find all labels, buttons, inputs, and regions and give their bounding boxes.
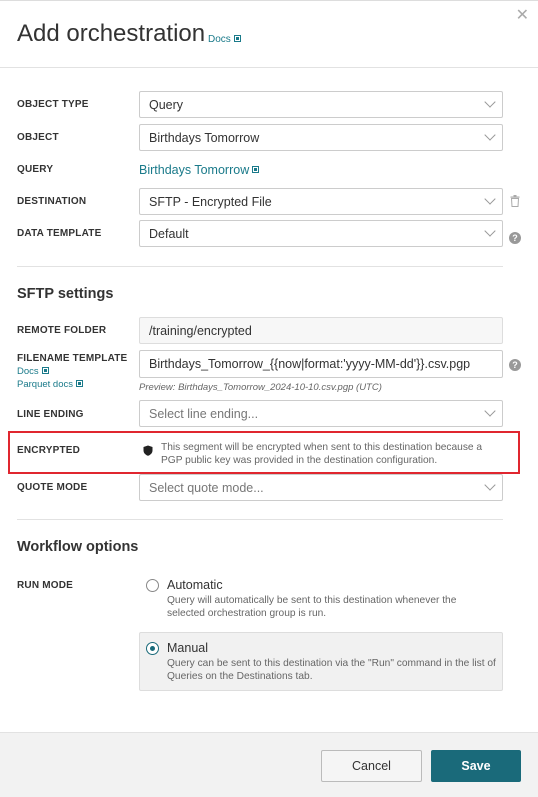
filename-template-label: FILENAME TEMPLATE [17,353,128,364]
quote-mode-select[interactable]: Select quote mode... [139,474,503,501]
line-ending-placeholder: Select line ending... [149,407,259,421]
sftp-settings-heading: SFTP settings [17,286,114,302]
filename-docs-label[interactable]: Docs [17,366,39,377]
destination-value: SFTP - Encrypted File [149,195,272,209]
chevron-down-icon [484,129,496,141]
help-icon[interactable]: ? [509,232,521,244]
destination-select[interactable]: SFTP - Encrypted File [139,188,503,215]
remote-folder-input[interactable]: /training/encrypted [139,317,503,344]
dialog-header: Add orchestration Docs ✕ [0,1,538,68]
external-link-icon [41,366,49,374]
object-value: Birthdays Tomorrow [149,131,260,145]
section-divider [17,519,503,520]
add-orchestration-dialog: Add orchestration Docs ✕ OBJECT TYPE Que… [0,0,538,797]
query-link[interactable]: Birthdays Tomorrow [139,163,260,177]
run-mode-label: RUN MODE [17,580,74,591]
chevron-down-icon [484,225,496,237]
automatic-option-title[interactable]: Automatic [167,578,223,592]
query-link-text[interactable]: Birthdays Tomorrow [139,163,249,177]
external-link-icon [233,34,241,42]
object-type-value: Query [149,98,184,112]
manual-option-title[interactable]: Manual [167,641,208,655]
object-type-label: OBJECT TYPE [17,99,89,110]
chevron-down-icon [484,96,496,108]
cancel-button[interactable]: Cancel [321,750,422,782]
filename-preview: Preview: Birthdays_Tomorrow_2024-10-10.c… [139,382,382,393]
save-button[interactable]: Save [431,750,521,782]
docs-link[interactable]: Docs [208,34,241,45]
remote-folder-label: REMOTE FOLDER [17,325,107,336]
object-type-select[interactable]: Query [139,91,503,118]
chevron-down-icon [484,479,496,491]
close-icon[interactable]: ✕ [516,8,529,24]
parquet-docs-label[interactable]: Parquet docs [17,379,73,390]
trash-icon[interactable] [510,195,520,207]
quote-mode-label: QUOTE MODE [17,482,88,493]
automatic-option-description: Query will automatically be sent to this… [167,595,457,619]
section-divider [17,266,503,267]
external-link-icon [75,379,83,387]
docs-link-label[interactable]: Docs [208,34,231,45]
object-label: OBJECT [17,132,59,143]
data-template-label: DATA TEMPLATE [17,228,102,239]
radio-automatic[interactable] [146,579,159,592]
data-template-select[interactable]: Default [139,220,503,247]
workflow-options-heading: Workflow options [17,539,139,555]
encrypted-label: ENCRYPTED [17,445,81,456]
shield-icon [143,445,153,456]
filename-docs-link[interactable]: Docs [17,366,49,377]
help-icon[interactable]: ? [509,359,521,371]
query-label: QUERY [17,164,54,175]
manual-option-description: Query can be sent to this destination vi… [167,658,496,682]
external-link-icon [252,166,260,174]
chevron-down-icon [484,193,496,205]
quote-mode-placeholder: Select quote mode... [149,481,264,495]
parquet-docs-link[interactable]: Parquet docs [17,379,83,390]
filename-template-input[interactable]: Birthdays_Tomorrow_{{now|format:'yyyy-MM… [139,350,503,378]
destination-label: DESTINATION [17,196,87,207]
object-select[interactable]: Birthdays Tomorrow [139,124,503,151]
dialog-title: Add orchestration [17,20,206,47]
chevron-down-icon [484,405,496,417]
radio-manual[interactable] [146,642,159,655]
data-template-value: Default [149,227,189,241]
line-ending-label: LINE ENDING [17,409,84,420]
line-ending-select[interactable]: Select line ending... [139,400,503,427]
encrypted-description: This segment will be encrypted when sent… [161,442,483,466]
